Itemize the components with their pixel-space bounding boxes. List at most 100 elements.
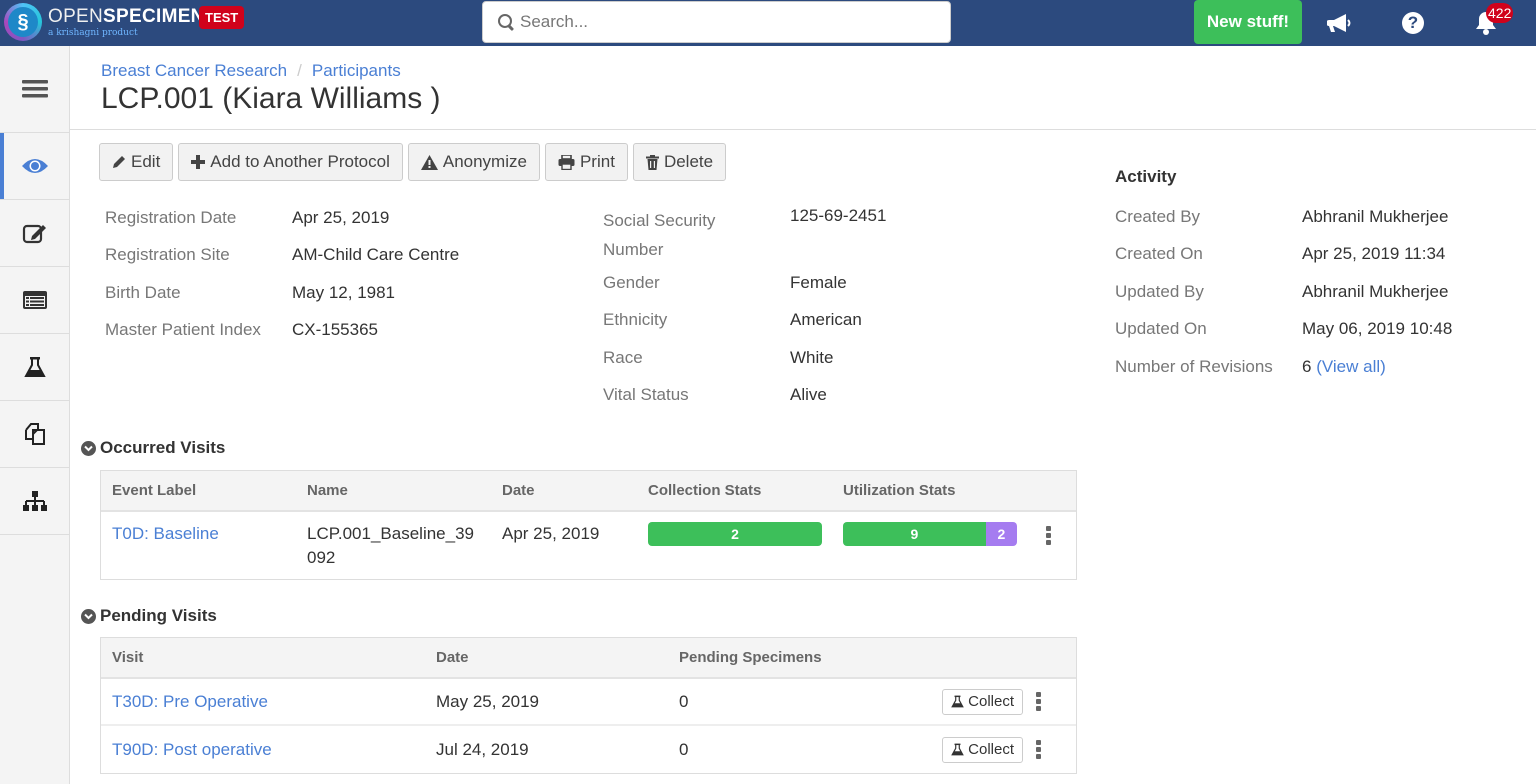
delete-button[interactable]: Delete [632, 143, 727, 181]
field-registration-date: Registration Date Apr 25, 2019 [105, 208, 459, 245]
view-all-revisions-link[interactable]: (View all) [1316, 357, 1386, 376]
pending-visits-table: Visit Date Pending Specimens T30D: Pre O… [100, 637, 1077, 774]
chevron-down-icon [81, 440, 96, 456]
collection-stats-bar[interactable]: 2 [648, 522, 822, 546]
sidebar-item-menu[interactable] [0, 46, 69, 133]
field-label: Registration Date [105, 208, 237, 227]
field-value: 125-69-2451 [790, 206, 887, 225]
pending-visit-link[interactable]: T90D: Post operative [112, 740, 272, 759]
collect-button[interactable]: Collect [942, 736, 1023, 763]
field-value: Abhranil Mukherjee [1302, 281, 1449, 301]
trash-icon [645, 154, 659, 170]
page-title: LCP.001 (Kiara Williams ) [101, 82, 441, 115]
visit-event-link[interactable]: T0D: Baseline [112, 524, 219, 543]
field-value: May 12, 1981 [292, 282, 396, 302]
search-input[interactable] [520, 12, 920, 32]
field-label: Ethnicity [603, 310, 668, 330]
print-button[interactable]: Print [544, 143, 628, 181]
field-master-patient-index: Master Patient Index CX-155365 [105, 320, 459, 357]
activity-updated-by: Updated By Abhranil Mukherjee [1115, 282, 1452, 319]
megaphone-icon[interactable] [1325, 8, 1355, 38]
breadcrumb-participants-link[interactable]: Participants [312, 61, 401, 80]
add-to-protocol-button[interactable]: Add to Another Protocol [178, 143, 403, 181]
field-value: Apr 25, 2019 [292, 208, 390, 227]
field-value: American [790, 310, 862, 330]
environment-badge: TEST [199, 6, 245, 29]
pending-specimens-count: 0 [679, 691, 689, 711]
notification-count-badge: 422 [1486, 3, 1514, 23]
activity-updated-on: Updated On May 06, 2019 10:48 [1115, 319, 1452, 356]
field-label: Vital Status [603, 385, 689, 405]
breadcrumb-protocol-link[interactable]: Breast Cancer Research [101, 61, 287, 80]
more-options-icon[interactable] [1045, 526, 1051, 545]
field-value: CX-155365 [292, 320, 379, 340]
participant-details-left: Registration Date Apr 25, 2019 Registrati… [105, 208, 459, 358]
field-race: Race White [603, 348, 886, 385]
field-label: Updated On [1115, 319, 1207, 339]
field-label: Gender [603, 273, 660, 292]
collect-button[interactable]: Collect [942, 688, 1023, 715]
field-label: Social Security Number [603, 211, 716, 259]
column-header: Utilization Stats [843, 482, 956, 499]
list-icon [22, 291, 47, 309]
delete-label: Delete [663, 152, 714, 171]
sidebar-item-overview[interactable] [0, 133, 69, 200]
field-value: White [790, 347, 834, 367]
flask-icon [951, 743, 964, 756]
sidebar-item-specimens[interactable] [0, 334, 69, 401]
print-label: Print [579, 152, 615, 171]
edit-icon [22, 224, 46, 244]
field-label: Master Patient Index [105, 320, 261, 340]
field-birth-date: Birth Date May 12, 1981 [105, 283, 459, 320]
utilized-segment: 2 [985, 522, 1017, 546]
new-stuff-button[interactable]: New stuff! [1194, 0, 1302, 44]
column-header: Collection Stats [648, 482, 762, 499]
available-segment: 9 [843, 522, 986, 546]
field-value: May 06, 2019 10:48 [1302, 319, 1453, 339]
sidebar-item-edit[interactable] [0, 200, 69, 267]
activity-panel: Activity Created By Abhranil Mukherjee Cr… [1115, 167, 1452, 394]
more-options-icon[interactable] [1035, 692, 1041, 711]
occurred-visits-toggle[interactable]: Occurred Visits [81, 438, 225, 458]
sidebar-item-hierarchy[interactable] [0, 468, 69, 535]
more-options-icon[interactable] [1035, 740, 1041, 759]
table-row: T30D: Pre Operative May 25, 2019 0 Colle… [101, 679, 1076, 726]
pending-visits-toggle[interactable]: Pending Visits [81, 606, 217, 626]
utilization-stats-bar[interactable]: 92 [843, 522, 1017, 546]
flask-icon [23, 357, 46, 377]
hamburger-icon [21, 80, 48, 98]
action-toolbar: Edit Add to Another Protocol Anonymize P… [99, 143, 727, 181]
column-header: Visit [112, 649, 144, 666]
field-vital-status: Vital Status Alive [603, 385, 886, 422]
app-logo[interactable]: § OPENSPECIMEN a krishagni product [4, 3, 205, 41]
add-to-protocol-label: Add to Another Protocol [210, 152, 390, 171]
pending-visit-link[interactable]: T30D: Pre Operative [112, 692, 268, 711]
help-icon[interactable]: ? [1398, 8, 1428, 38]
table-header: Event Label Name Date Collection Stats U… [101, 471, 1076, 512]
logo-text-specimen: SPECIMEN [103, 5, 205, 27]
sidebar-item-list[interactable] [0, 267, 69, 334]
field-value: Alive [790, 385, 827, 405]
header-divider [70, 129, 1536, 130]
field-label: Race [603, 347, 643, 367]
pencil-icon [112, 155, 126, 169]
pending-specimens-count: 0 [679, 739, 689, 759]
field-label: Updated By [1115, 281, 1204, 301]
collected-segment: 2 [648, 522, 822, 546]
table-row: T90D: Post operative Jul 24, 2019 0 Coll… [101, 726, 1076, 773]
search-box[interactable] [482, 1, 951, 43]
field-ssn: Social Security Number 125-69-2451 [603, 206, 886, 273]
flask-icon [951, 695, 964, 708]
anonymize-button[interactable]: Anonymize [407, 143, 540, 181]
revisions-count: 6 [1302, 356, 1312, 376]
edit-button[interactable]: Edit [99, 143, 174, 181]
logo-icon: § [4, 3, 42, 41]
plus-icon [191, 155, 206, 169]
pending-visit-date: May 25, 2019 [436, 691, 540, 711]
top-navbar: § OPENSPECIMEN a krishagni product TEST … [0, 0, 1536, 46]
field-gender: Gender Female [603, 273, 886, 310]
breadcrumb-separator: / [297, 61, 302, 80]
sidebar-item-consents[interactable] [0, 401, 69, 468]
eye-icon [21, 159, 48, 173]
visit-date: Apr 25, 2019 [502, 524, 600, 543]
